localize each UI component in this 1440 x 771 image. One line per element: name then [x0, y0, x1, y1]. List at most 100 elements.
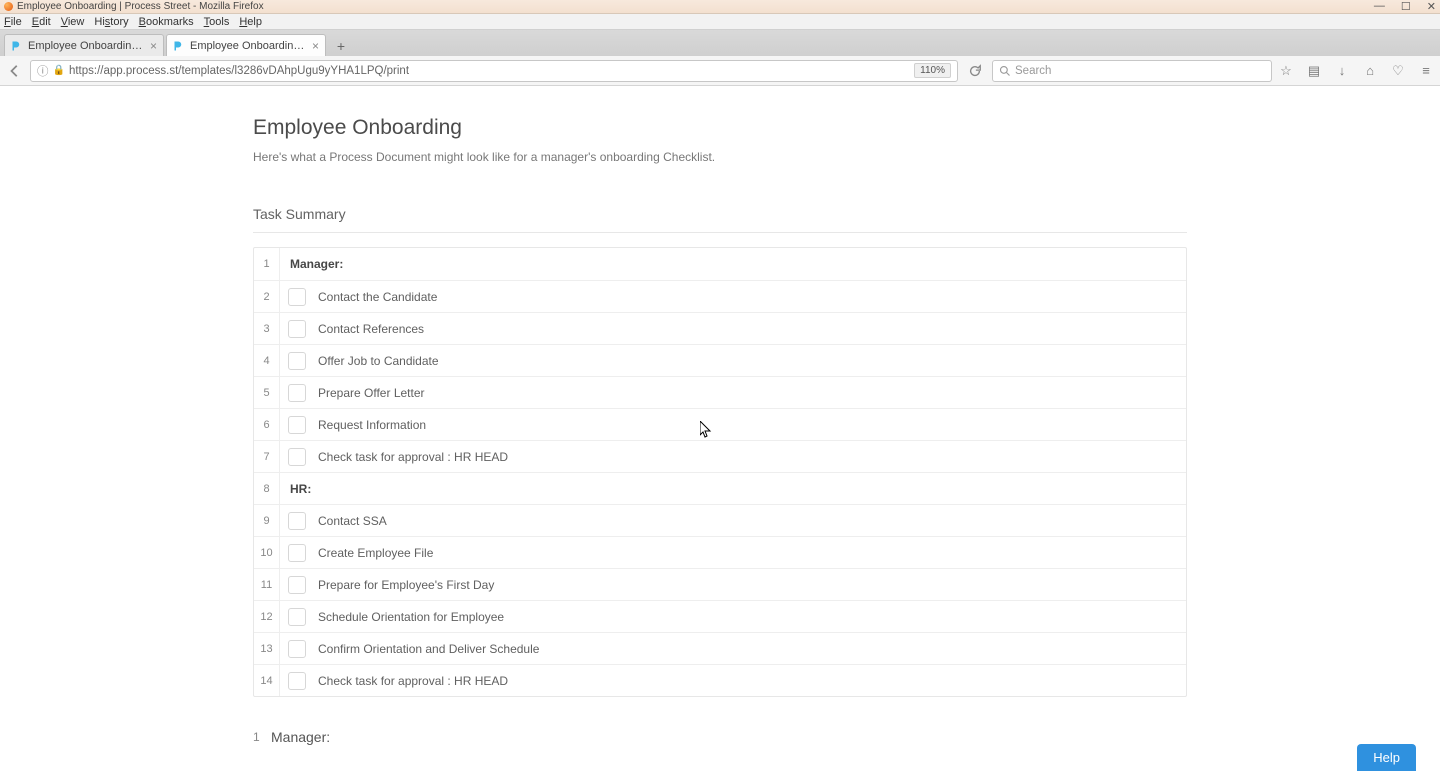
checkbox[interactable]	[288, 288, 306, 306]
downloads-icon[interactable]: ↓	[1334, 63, 1350, 79]
window-titlebar: Employee Onboarding | Process Street - M…	[0, 0, 1440, 14]
row-number: 14	[254, 665, 280, 696]
checkbox[interactable]	[288, 576, 306, 594]
firefox-logo-icon	[4, 2, 13, 11]
back-button[interactable]	[6, 62, 24, 80]
menu-view[interactable]: View	[61, 16, 85, 28]
info-icon: ⓘ	[37, 63, 49, 79]
checkbox[interactable]	[288, 608, 306, 626]
row-number: 2	[254, 281, 280, 312]
row-number: 9	[254, 505, 280, 536]
tab-strip: Employee Onboarding | Pr... × Employee O…	[0, 30, 1440, 56]
row-number: 8	[254, 473, 280, 504]
row-label: Create Employee File	[318, 546, 1186, 560]
row-number: 11	[254, 569, 280, 600]
hamburger-menu-icon[interactable]: ≡	[1418, 63, 1434, 79]
lock-icon: 🔒	[53, 65, 65, 76]
table-row: 1 Manager:	[254, 248, 1186, 280]
bookmark-star-icon[interactable]: ☆	[1278, 63, 1294, 79]
page-subtitle: Here's what a Process Document might loo…	[253, 150, 1187, 164]
checkbox[interactable]	[288, 672, 306, 690]
menu-bookmarks[interactable]: Bookmarks	[139, 16, 194, 28]
tab-0[interactable]: Employee Onboarding | Pr... ×	[4, 34, 164, 56]
search-field[interactable]: Search	[992, 60, 1272, 82]
row-label: Contact SSA	[318, 514, 1186, 528]
window-minimize-button[interactable]: —	[1374, 0, 1385, 13]
row-label: Check task for approval : HR HEAD	[318, 450, 1186, 464]
menu-bar: FFileile Edit View History Bookmarks Too…	[0, 14, 1440, 30]
zoom-indicator[interactable]: 110%	[914, 63, 951, 78]
table-row: 7 Check task for approval : HR HEAD	[254, 440, 1186, 472]
checkbox[interactable]	[288, 384, 306, 402]
page-title: Employee Onboarding	[253, 116, 1187, 140]
menu-tools[interactable]: Tools	[204, 16, 230, 28]
checkbox[interactable]	[288, 352, 306, 370]
tab-1-close-icon[interactable]: ×	[312, 39, 319, 53]
tab-0-close-icon[interactable]: ×	[150, 39, 157, 53]
row-label: HR:	[290, 482, 1186, 496]
process-street-favicon-icon	[11, 40, 23, 52]
address-bar[interactable]: ⓘ 🔒 https://app.process.st/templates/l32…	[30, 60, 958, 82]
menu-help[interactable]: Help	[239, 16, 262, 28]
checkbox[interactable]	[288, 320, 306, 338]
arrow-left-icon	[8, 64, 22, 78]
table-row: 11 Prepare for Employee's First Day	[254, 568, 1186, 600]
window-maximize-button[interactable]: ☐	[1401, 0, 1411, 13]
table-row: 12 Schedule Orientation for Employee	[254, 600, 1186, 632]
table-row: 3 Contact References	[254, 312, 1186, 344]
process-street-favicon-icon	[173, 40, 185, 52]
row-label: Confirm Orientation and Deliver Schedule	[318, 642, 1186, 656]
row-label: Prepare Offer Letter	[318, 386, 1186, 400]
checkbox[interactable]	[288, 416, 306, 434]
row-number: 5	[254, 377, 280, 408]
detail-number: 1	[253, 730, 271, 744]
row-label: Schedule Orientation for Employee	[318, 610, 1186, 624]
table-row: 10 Create Employee File	[254, 536, 1186, 568]
search-placeholder: Search	[1015, 65, 1051, 77]
row-number: 10	[254, 537, 280, 568]
home-icon[interactable]: ⌂	[1362, 63, 1378, 79]
row-label: Request Information	[318, 418, 1186, 432]
checkbox[interactable]	[288, 640, 306, 658]
tab-0-label: Employee Onboarding | Pr...	[28, 40, 146, 52]
menu-file[interactable]: FFileile	[4, 16, 22, 28]
tab-1-label: Employee Onboarding | Pr...	[190, 40, 308, 52]
menu-edit[interactable]: Edit	[32, 16, 51, 28]
section-task-summary: Task Summary	[253, 206, 1187, 233]
search-icon	[999, 65, 1011, 77]
checkbox[interactable]	[288, 512, 306, 530]
table-row: 4 Offer Job to Candidate	[254, 344, 1186, 376]
row-label: Check task for approval : HR HEAD	[318, 674, 1186, 688]
row-number: 7	[254, 441, 280, 472]
detail-label: Manager:	[271, 729, 330, 745]
help-button[interactable]: Help	[1357, 744, 1416, 771]
row-number: 13	[254, 633, 280, 664]
table-row: 6 Request Information	[254, 408, 1186, 440]
detail-row-1: 1 Manager:	[253, 729, 1187, 745]
table-row: 14 Check task for approval : HR HEAD	[254, 664, 1186, 696]
menu-history[interactable]: History	[94, 16, 128, 28]
new-tab-button[interactable]: +	[330, 36, 352, 56]
window-close-button[interactable]: ✕	[1427, 0, 1436, 13]
row-number: 3	[254, 313, 280, 344]
row-number: 6	[254, 409, 280, 440]
library-icon[interactable]: ▤	[1306, 63, 1322, 79]
table-row: 13 Confirm Orientation and Deliver Sched…	[254, 632, 1186, 664]
toolbar: ⓘ 🔒 https://app.process.st/templates/l32…	[0, 56, 1440, 86]
row-label: Prepare for Employee's First Day	[318, 578, 1186, 592]
checkbox[interactable]	[288, 448, 306, 466]
row-label: Contact the Candidate	[318, 290, 1186, 304]
row-number: 12	[254, 601, 280, 632]
checkbox[interactable]	[288, 544, 306, 562]
tab-1[interactable]: Employee Onboarding | Pr... ×	[166, 34, 326, 56]
row-label: Manager:	[290, 257, 1186, 271]
table-row: 2 Contact the Candidate	[254, 280, 1186, 312]
page-viewport[interactable]: Employee Onboarding Here's what a Proces…	[0, 86, 1440, 771]
table-row: 9 Contact SSA	[254, 504, 1186, 536]
table-row: 5 Prepare Offer Letter	[254, 376, 1186, 408]
pocket-icon[interactable]: ♡	[1390, 63, 1406, 79]
row-label: Offer Job to Candidate	[318, 354, 1186, 368]
window-title: Employee Onboarding | Process Street - M…	[17, 1, 264, 12]
reload-button[interactable]	[966, 62, 984, 80]
url-text: https://app.process.st/templates/l3286vD…	[69, 65, 409, 77]
